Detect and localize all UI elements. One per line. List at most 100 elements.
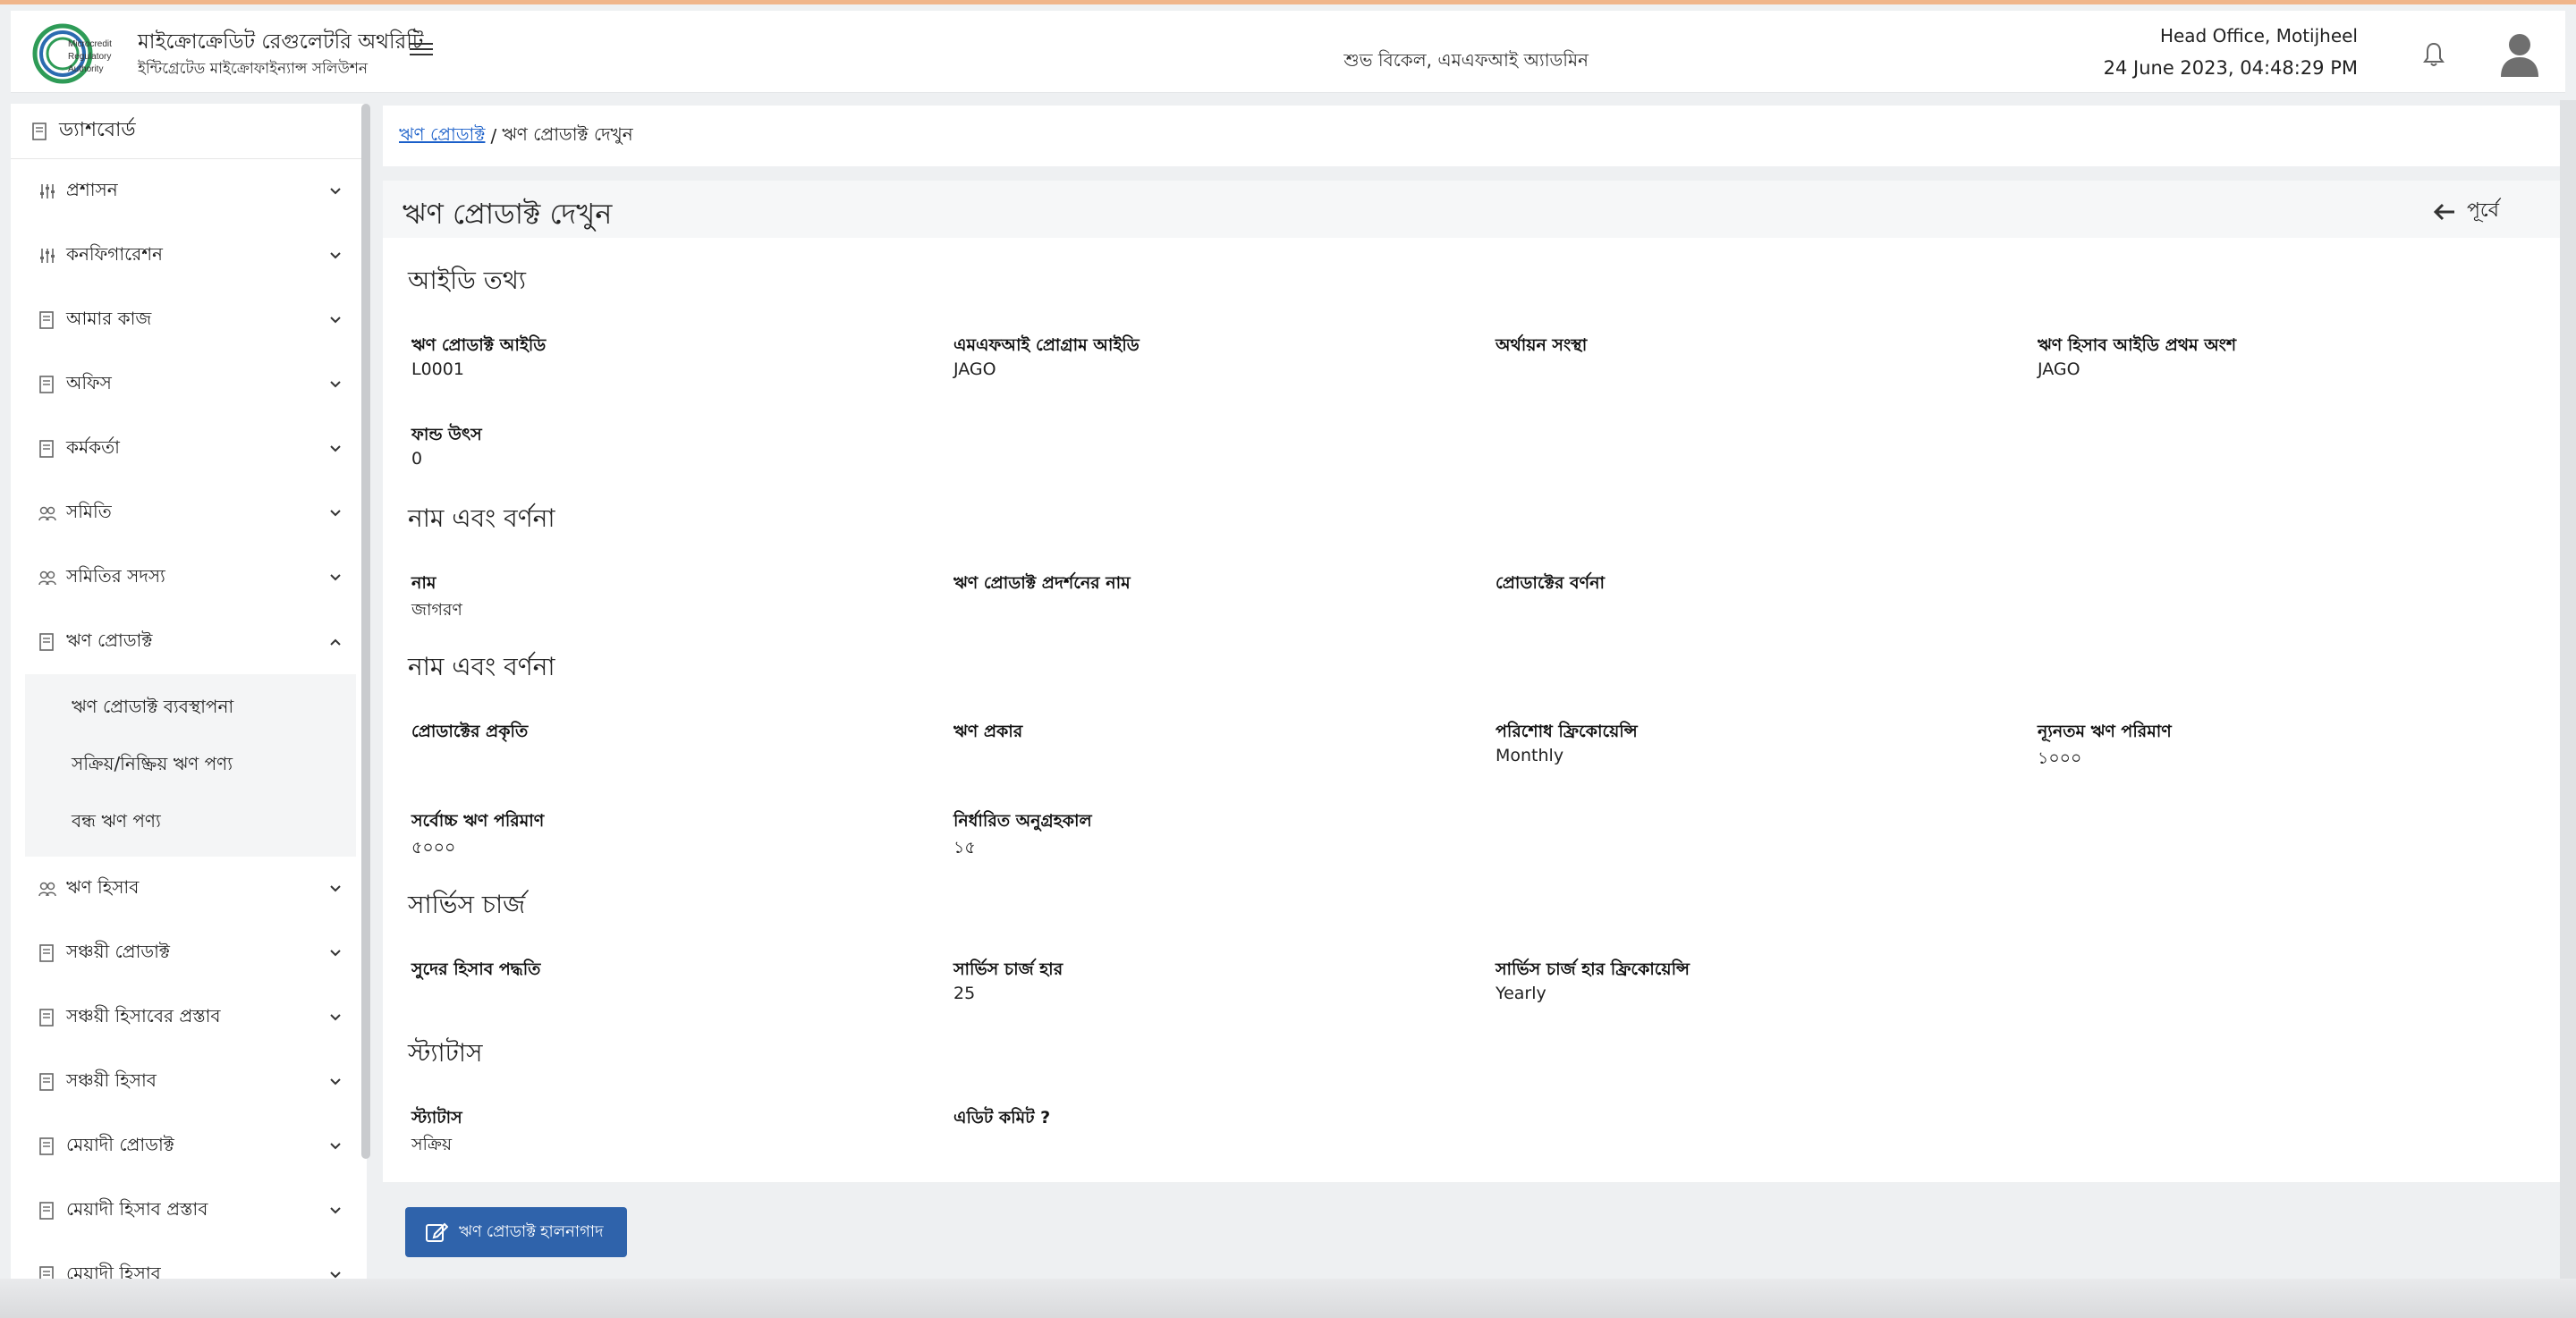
chevron-down-icon <box>330 510 341 517</box>
chevron-down-icon <box>330 1207 341 1214</box>
chevron-down-icon <box>330 188 341 195</box>
sidebar-item-loan-account[interactable]: ঋণ হিসাব <box>11 857 367 921</box>
sidebar: ড্যাশবোর্ড প্রশাসন কনফিগারেশন আমার কাজ অ… <box>11 104 367 1279</box>
org-title: মাইক্রোক্রেডিট রেগুলেটরি অথরিটি <box>138 30 424 54</box>
document-icon <box>39 944 54 962</box>
field-value-grace-period: ১৫ <box>953 838 976 858</box>
submenu-item-closed-loan-products[interactable]: বন্ধ ঋণ পণ্য <box>25 794 356 851</box>
sidebar-item-label: ঋণ প্রোডাক্ট <box>66 629 153 651</box>
back-button[interactable]: পূর্বে <box>2433 195 2499 228</box>
document-icon <box>39 1137 54 1155</box>
document-icon <box>39 633 54 651</box>
sidebar-item-label: সঞ্চয়ী হিসাবের প্রস্তাব <box>66 1004 221 1027</box>
document-icon <box>39 1073 54 1091</box>
field-label-loan-product-id: ঋণ প্রোডাক্ট আইডি <box>411 335 547 355</box>
loan-product-details-card: ঋণ প্রোডাক্ট দেখুন পূর্বে আইডি তথ্য ঋণ প… <box>383 181 2560 1182</box>
section-title-product-terms: নাম এবং বর্ণনা <box>408 652 555 681</box>
breadcrumb-current: ঋণ প্রোডাক্ট দেখুন <box>502 123 633 145</box>
sidebar-item-savings-account-proposal[interactable]: সঞ্চয়ী হিসাবের প্রস্তাব <box>11 985 367 1050</box>
field-label-min-loan-amount: ন্যূনতম ঋণ পরিমাণ <box>2038 722 2172 741</box>
sidebar-item-label: প্রশাসন <box>66 178 118 200</box>
sidebar-item-label: আমার কাজ <box>66 307 152 329</box>
sidebar-item-label: সমিতি <box>66 500 112 522</box>
logo-text-1: Microcredit <box>68 39 112 49</box>
section-title-id-info: আইডি তথ্য <box>408 266 527 295</box>
field-label-loan-account-id-prefix: ঋণ হিসাব আইডি প্রথম অংশ <box>2038 335 2237 355</box>
sidebar-item-label: মেয়াদী হিসাব <box>66 1262 161 1280</box>
sidebar-item-administration[interactable]: প্রশাসন <box>11 159 367 224</box>
sidebar-item-label: সঞ্চয়ী প্রোডাক্ট <box>66 940 170 962</box>
sidebar-item-label: কর্মকর্তা <box>66 435 120 458</box>
field-label-product-nature: প্রোডাক্টের প্রকৃতি <box>411 722 529 741</box>
sidebar-item-samity-members[interactable]: সমিতির সদস্য <box>11 545 367 610</box>
field-label-name: নাম <box>411 573 436 593</box>
breadcrumb-separator: / <box>490 125 497 147</box>
submenu-item-loan-product-management[interactable]: ঋণ প্রোডাক্ট ব্যবস্থাপনা <box>25 680 356 737</box>
submenu-item-active-inactive-loan-products[interactable]: সক্রিয়/নিষ্ক্রিয় ঋণ পণ্য <box>25 737 356 794</box>
field-label-funding-agency: অর্থায়ন সংস্থা <box>1496 335 1588 355</box>
chevron-down-icon <box>330 885 341 892</box>
field-label-loan-type: ঋণ প্রকার <box>953 722 1023 741</box>
sidebar-item-officer[interactable]: কর্মকর্তা <box>11 417 367 481</box>
sidebar-item-configuration[interactable]: কনফিগারেশন <box>11 224 367 288</box>
user-avatar-icon[interactable] <box>2499 30 2540 77</box>
office-name: Head Office, Motijheel <box>2159 25 2358 46</box>
page-scrollbar-track[interactable] <box>2560 100 2576 1280</box>
notification-bell-icon[interactable] <box>2422 41 2445 68</box>
chevron-down-icon <box>330 950 341 957</box>
sidebar-item-label: কনফিগারেশন <box>66 242 163 265</box>
section-title-status: স্ট্যাটাস <box>408 1038 483 1068</box>
field-value-service-charge-frequency: Yearly <box>1496 984 1546 1003</box>
sidebar-item-savings-product[interactable]: সঞ্চয়ী প্রোডাক্ট <box>11 921 367 985</box>
field-value-loan-account-id-prefix: JAGO <box>2038 359 2080 379</box>
sidebar-item-label: মেয়াদী প্রোডাক্ট <box>66 1133 174 1155</box>
sidebar-item-loan-product[interactable]: ঋণ প্রোডাক্ট <box>11 610 367 674</box>
sidebar-item-label: ঋণ হিসাব <box>66 875 140 898</box>
card-header: ঋণ প্রোডাক্ট দেখুন পূর্বে <box>383 181 2560 238</box>
sidebar-item-savings-account[interactable]: সঞ্চয়ী হিসাব <box>11 1050 367 1114</box>
sidebar-item-samity[interactable]: সমিতি <box>11 481 367 545</box>
app-header: Microcredit Regulatory Authority মাইক্রো… <box>11 11 2565 93</box>
current-datetime: 24 June 2023, 04:48:29 PM <box>2103 57 2358 79</box>
chevron-down-icon <box>330 445 341 452</box>
field-value-mfi-program-id: JAGO <box>953 359 996 379</box>
field-value-min-loan-amount: ১০০০ <box>2038 748 2082 768</box>
chevron-up-icon <box>330 638 341 646</box>
sliders-icon <box>40 249 55 263</box>
mra-logo: Microcredit Regulatory Authority <box>32 23 112 84</box>
document-icon <box>39 376 54 393</box>
field-value-loan-product-id: L0001 <box>411 359 464 379</box>
sidebar-item-term-account-proposal[interactable]: মেয়াদী হিসাব প্রস্তাব <box>11 1179 367 1243</box>
field-value-max-loan-amount: ৫০০০ <box>411 838 456 858</box>
hamburger-menu-icon[interactable] <box>410 39 433 63</box>
chevron-down-icon <box>330 1014 341 1021</box>
field-label-grace-period: নির্ধারিত অনুগ্রহকাল <box>953 811 1092 831</box>
breadcrumb-link-loan-product[interactable]: ঋণ প্রোডাক্ট <box>399 122 485 151</box>
user-greeting: শুভ বিকেল, এমএফআই অ্যাডমিন <box>1343 49 1589 71</box>
top-accent-bar <box>0 0 2576 4</box>
sidebar-dashboard[interactable]: ড্যাশবোর্ড <box>11 104 367 159</box>
sidebar-item-office[interactable]: অফিস <box>11 352 367 417</box>
chevron-down-icon <box>330 317 341 324</box>
field-value-service-charge-rate: 25 <box>953 984 976 1003</box>
sidebar-item-label: অফিস <box>66 371 112 393</box>
people-icon <box>38 506 56 521</box>
update-loan-product-button[interactable]: ঋণ প্রোডাক্ট হালনাগাদ <box>405 1207 627 1257</box>
dashboard-icon <box>32 122 47 140</box>
sidebar-item-term-account[interactable]: মেয়াদী হিসাব <box>11 1243 367 1279</box>
field-label-max-loan-amount: সর্বোচ্চ ঋণ পরিমাণ <box>411 811 545 831</box>
people-icon <box>38 882 56 897</box>
update-loan-product-button-label: ঋণ প্রোডাক্ট হালনাগাদ <box>459 1221 604 1240</box>
logo-text-2: Regulatory <box>68 52 111 62</box>
office-info: Head Office, Motijheel 24 June 2023, 04:… <box>2104 25 2358 79</box>
logo-text-3: Authority <box>68 64 103 74</box>
field-label-display-name: ঋণ প্রোডাক্ট প্রদর্শনের নাম <box>953 573 1131 593</box>
sidebar-item-my-work[interactable]: আমার কাজ <box>11 288 367 352</box>
sliders-icon <box>40 184 55 199</box>
field-label-interest-calculation-method: সুদের হিসাব পদ্ধতি <box>411 959 541 979</box>
sidebar-scrollbar[interactable] <box>361 104 370 1159</box>
field-value-fund-source: 0 <box>411 449 423 469</box>
document-icon <box>39 311 54 329</box>
sidebar-item-term-product[interactable]: মেয়াদী প্রোডাক্ট <box>11 1114 367 1179</box>
bottom-edge <box>0 1279 2576 1318</box>
